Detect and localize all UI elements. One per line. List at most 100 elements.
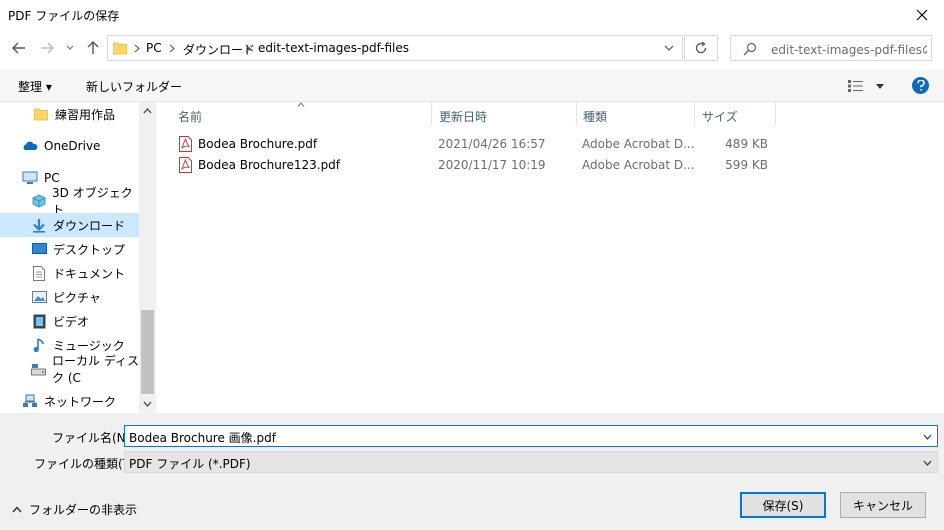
sidebar-scrollbar[interactable]	[139, 102, 156, 413]
forward-button[interactable]	[36, 38, 58, 58]
disk-icon	[31, 361, 46, 377]
folder-icon	[113, 42, 127, 55]
arrow-left-icon	[12, 42, 25, 54]
search-input[interactable]: edit-text-images-pdf-filesの...	[730, 35, 932, 61]
sort-ascending-icon	[297, 102, 305, 107]
help-button[interactable]	[912, 77, 929, 94]
sidebar-item-label: ローカル ディスク (C	[52, 354, 139, 385]
refresh-button[interactable]	[684, 35, 718, 61]
sidebar-item-local-disk[interactable]: ローカル ディスク (C	[0, 354, 139, 385]
chevron-down-icon	[923, 460, 932, 466]
file-name: Bodea Brochure.pdf	[198, 137, 318, 151]
details-view-icon	[848, 80, 863, 92]
column-divider[interactable]	[694, 102, 695, 126]
filename-value: Bodea Brochure 画像.pdf	[129, 431, 276, 445]
music-icon	[31, 337, 47, 353]
sidebar-item-pictures[interactable]: ピクチャ	[0, 285, 139, 309]
file-size: 489 KB	[725, 137, 768, 151]
chevron-right-icon	[169, 44, 175, 53]
new-folder-button[interactable]: 新しいフォルダー	[86, 78, 182, 95]
cloud-icon	[22, 138, 38, 154]
picture-icon	[31, 289, 47, 305]
recent-locations-button[interactable]	[62, 38, 78, 58]
sidebar-item-label: ネットワーク	[44, 394, 117, 409]
file-row[interactable]: Bodea Brochure123.pdf 2020/11/17 10:19 A…	[176, 155, 776, 175]
column-divider[interactable]	[431, 102, 432, 126]
view-options-button[interactable]	[848, 78, 888, 94]
filename-label: ファイル名(N):	[52, 431, 135, 445]
sidebar-item-practice[interactable]: 練習用作品	[0, 102, 139, 126]
column-divider[interactable]	[775, 102, 776, 126]
video-icon	[31, 313, 47, 329]
file-size: 599 KB	[725, 158, 768, 172]
sidebar-item-label: ピクチャ	[53, 290, 101, 305]
sidebar-item-videos[interactable]: ビデオ	[0, 309, 139, 333]
chevron-down-icon	[66, 45, 74, 50]
toolbar: 整理 ▾ 新しいフォルダー	[0, 70, 944, 102]
sidebar-item-network[interactable]: ネットワーク	[0, 389, 139, 413]
download-icon	[31, 217, 47, 233]
title-bar: PDF ファイルの保存	[0, 0, 944, 30]
breadcrumb-pc[interactable]: PC	[146, 41, 162, 55]
save-button[interactable]: 保存(S)	[740, 492, 826, 518]
breadcrumb-current-folder[interactable]: edit-text-images-pdf-files	[258, 41, 409, 55]
chevron-down-icon	[664, 45, 674, 51]
sidebar-item-downloads[interactable]: ダウンロード	[0, 213, 139, 237]
help-icon	[916, 80, 925, 91]
cube-icon	[31, 193, 46, 209]
scrollbar-thumb[interactable]	[141, 310, 154, 394]
sidebar-item-label: ビデオ	[53, 314, 90, 329]
chevron-right-icon	[134, 44, 140, 53]
hide-folders-button[interactable]: フォルダーの非表示	[12, 501, 137, 518]
save-form: ファイル名(N): Bodea Brochure 画像.pdf ファイルの種類(…	[0, 413, 944, 530]
sidebar-item-label: ダウンロード	[53, 218, 126, 233]
filetype-select[interactable]: PDF ファイル (*.PDF)	[124, 451, 938, 473]
refresh-icon	[695, 41, 707, 54]
chevron-down-icon[interactable]	[923, 434, 932, 440]
computer-icon	[22, 170, 38, 186]
column-header-type[interactable]: 種類	[583, 108, 607, 125]
sidebar-item-label: PC	[44, 171, 60, 185]
column-divider[interactable]	[576, 102, 577, 126]
sidebar-item-documents[interactable]: ドキュメント	[0, 261, 139, 285]
arrow-up-icon	[87, 41, 99, 54]
back-button[interactable]	[8, 38, 30, 58]
chevron-up-icon	[12, 506, 22, 513]
sidebar-item-label: ドキュメント	[53, 266, 126, 281]
network-icon	[22, 393, 38, 409]
pdf-file-icon	[179, 157, 192, 173]
sidebar-item-desktop[interactable]: デスクトップ	[0, 237, 139, 261]
document-icon	[31, 265, 47, 281]
file-date: 2021/04/26 16:57	[438, 137, 546, 151]
hide-folders-label: フォルダーの非表示	[29, 503, 138, 517]
scroll-up-icon[interactable]	[143, 108, 152, 114]
sidebar-item-3d-objects[interactable]: 3D オブジェクト	[0, 186, 139, 217]
file-name: Bodea Brochure123.pdf	[198, 158, 341, 172]
window-title: PDF ファイルの保存	[8, 9, 120, 23]
scroll-down-icon[interactable]	[143, 401, 152, 407]
column-header-date[interactable]: 更新日時	[439, 108, 487, 125]
sidebar-item-label: デスクトップ	[53, 242, 126, 257]
organize-button[interactable]: 整理 ▾	[18, 78, 52, 95]
sidebar-item-label: OneDrive	[44, 139, 101, 153]
up-button[interactable]	[82, 38, 104, 58]
filetype-value: PDF ファイル (*.PDF)	[129, 457, 251, 471]
column-header-size[interactable]: サイズ	[702, 108, 738, 125]
navigation-pane: 練習用作品 OneDrive PC 3D オブジェクト ダウンロード デスクトッ…	[0, 102, 156, 413]
search-placeholder: edit-text-images-pdf-filesの...	[771, 43, 927, 57]
arrow-right-icon	[41, 42, 54, 54]
filename-input[interactable]: Bodea Brochure 画像.pdf	[124, 425, 938, 447]
search-icon	[743, 42, 757, 56]
folder-icon	[33, 106, 49, 122]
file-date: 2020/11/17 10:19	[438, 158, 546, 172]
close-icon	[916, 9, 928, 21]
cancel-button[interactable]: キャンセル	[840, 492, 926, 518]
desktop-icon	[31, 241, 47, 257]
file-row[interactable]: Bodea Brochure.pdf 2021/04/26 16:57 Adob…	[176, 134, 776, 154]
address-bar[interactable]: PC ダウンロード edit-text-images-pdf-files	[107, 35, 683, 61]
column-header-name[interactable]: 名前	[178, 108, 202, 125]
sidebar-item-label: ミュージック	[53, 338, 125, 353]
sidebar-item-onedrive[interactable]: OneDrive	[0, 134, 139, 158]
file-type: Adobe Acrobat D...	[582, 158, 695, 172]
close-button[interactable]	[900, 0, 944, 30]
